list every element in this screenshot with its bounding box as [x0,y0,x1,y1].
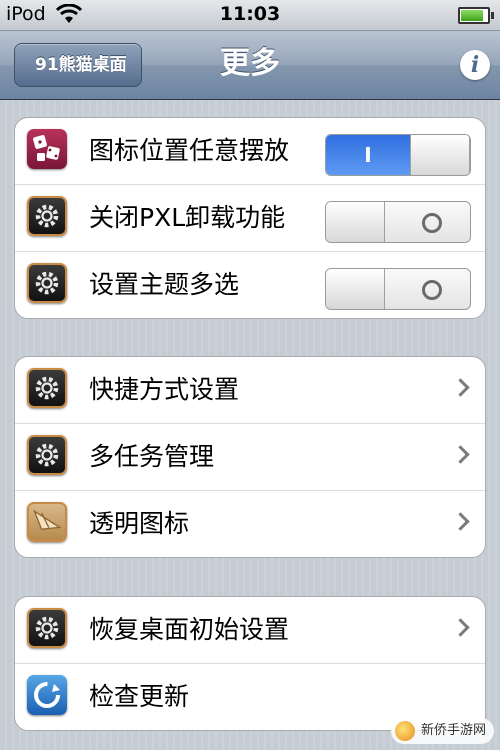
switch-on-mark: I [364,143,372,167]
toggle-switch-on[interactable]: I [325,134,471,176]
row-label: 快捷方式设置 [89,375,240,404]
notification-icon [27,502,67,542]
gear-icon [27,608,67,648]
row-label: 检查更新 [89,682,190,711]
clock: 11:03 [219,3,281,25]
gear-icon [27,435,67,475]
chevron-right-icon [451,618,470,637]
toggle-switch-off[interactable] [325,268,471,310]
row-disable-pxl-uninstall[interactable]: 关闭PXL卸载功能 [15,185,485,252]
gear-icon [27,196,67,236]
row-restore-defaults[interactable]: 恢复桌面初始设置 [15,597,485,664]
navigation-bar: 91熊猫桌面 更多 i [0,31,500,100]
info-icon[interactable]: i [460,50,490,80]
row-label: 关闭PXL卸载功能 [89,203,286,232]
row-shortcut-settings[interactable]: 快捷方式设置 [15,357,485,424]
row-transparent-icons[interactable]: 透明图标 [15,491,485,557]
gear-icon [27,368,67,408]
chevron-right-icon [451,445,470,464]
watermark: 新侨手游网 [390,718,494,744]
row-label: 透明图标 [89,509,190,538]
row-label: 多任务管理 [89,442,215,471]
status-bar: iPod 11:03 [0,0,500,31]
page-title: 更多 [220,46,280,81]
row-multitask-management[interactable]: 多任务管理 [15,424,485,491]
battery-icon [458,7,494,24]
row-theme-multiselect[interactable]: 设置主题多选 [15,252,485,318]
row-label: 图标位置任意摆放 [89,136,290,165]
watermark-text: 新侨手游网 [420,723,486,738]
row-label: 恢复桌面初始设置 [89,615,290,644]
row-icon-free-placement[interactable]: 图标位置任意摆放 I [15,118,485,185]
update-icon [27,675,67,715]
dice-icon [27,129,67,169]
settings-group-toggles: 图标位置任意摆放 I 关闭PXL卸载功能 设置主题多选 [14,117,486,319]
row-label: 设置主题多选 [89,270,240,299]
gear-icon [27,263,67,303]
watermark-logo-icon [394,721,415,741]
toggle-switch-off[interactable] [325,201,471,243]
chevron-right-icon [451,512,470,531]
chevron-right-icon [451,378,470,397]
settings-group-navigation: 快捷方式设置 多任务管理 透明图标 [14,356,486,558]
settings-group-system: 恢复桌面初始设置 检查更新 [14,596,486,731]
